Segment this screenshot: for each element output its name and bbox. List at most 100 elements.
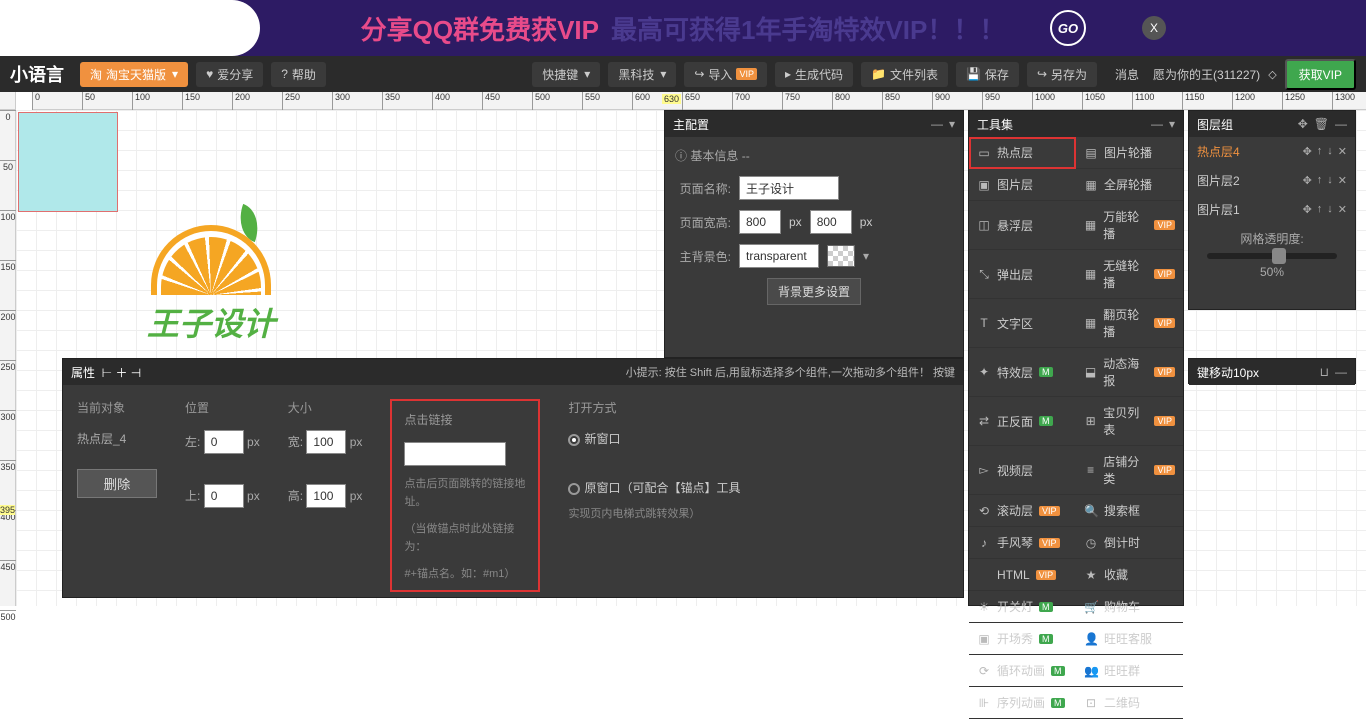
pagename-input[interactable] bbox=[739, 176, 839, 200]
tool-全屏轮播[interactable]: ▦全屏轮播 bbox=[1076, 169, 1183, 201]
tool-宝贝列表[interactable]: ⊞宝贝列表VIP bbox=[1076, 397, 1183, 446]
move-icon[interactable]: ✥ bbox=[1303, 145, 1312, 158]
get-vip-button[interactable]: 获取VIP bbox=[1285, 59, 1356, 90]
tool-icon: ▻ bbox=[977, 463, 991, 477]
opacity-slider[interactable] bbox=[1207, 253, 1337, 259]
tool-开关灯[interactable]: ☀开关灯M bbox=[969, 591, 1076, 623]
top-input[interactable] bbox=[204, 484, 244, 508]
layer-row[interactable]: 热点层4✥↑↓✕ bbox=[1189, 137, 1355, 166]
tool-icon: ▭ bbox=[977, 146, 991, 160]
tool-无缝轮播[interactable]: ▦无缝轮播VIP bbox=[1076, 250, 1183, 299]
canvas-image[interactable]: 王子设计 bbox=[131, 225, 291, 345]
tool-二维码[interactable]: ⊡二维码 bbox=[1076, 687, 1183, 719]
pagewidth-input[interactable] bbox=[739, 210, 781, 234]
close-icon[interactable]: ▾ bbox=[949, 117, 955, 131]
generate-code-button[interactable]: ▸ 生成代码 bbox=[775, 62, 853, 87]
tool-图片层[interactable]: ▣图片层 bbox=[969, 169, 1076, 201]
tool-特效层[interactable]: ✦特效层M bbox=[969, 348, 1076, 397]
down-icon[interactable]: ↓ bbox=[1327, 174, 1333, 187]
tool-HTML[interactable]: HTMLVIP bbox=[969, 559, 1076, 591]
open-orig-radio[interactable]: 原窗口（可配合【锚点】工具 bbox=[568, 479, 768, 496]
tool-购物车[interactable]: 🛒购物车 bbox=[1076, 591, 1183, 623]
move-icon[interactable]: ✥ bbox=[1298, 117, 1308, 131]
selected-hotspot-rect[interactable] bbox=[18, 112, 118, 212]
magnet-icon[interactable]: ⊔ bbox=[1320, 365, 1329, 379]
save-button[interactable]: 💾 保存 bbox=[956, 62, 1019, 87]
blacktech-button[interactable]: 黑科技 bbox=[608, 62, 676, 87]
trash-icon[interactable]: 🗑 bbox=[1314, 117, 1329, 131]
tool-旺旺客服[interactable]: 👤旺旺客服 bbox=[1076, 623, 1183, 655]
left-input[interactable] bbox=[204, 430, 244, 454]
up-icon[interactable]: ↑ bbox=[1317, 203, 1323, 216]
color-swatch[interactable] bbox=[827, 245, 855, 267]
tool-icon: ▦ bbox=[1084, 178, 1098, 192]
down-icon[interactable]: ↓ bbox=[1327, 203, 1333, 216]
tool-倒计时[interactable]: ◷倒计时 bbox=[1076, 527, 1183, 559]
tool-搜索框[interactable]: 🔍搜索框 bbox=[1076, 495, 1183, 527]
close-icon[interactable]: ▾ bbox=[1169, 117, 1175, 131]
tool-icon: ▤ bbox=[1084, 146, 1098, 160]
up-icon[interactable]: ↑ bbox=[1317, 174, 1323, 187]
down-icon[interactable]: ↓ bbox=[1327, 145, 1333, 158]
tool-热点层[interactable]: ▭热点层 bbox=[969, 137, 1076, 169]
message-label[interactable]: 消息 bbox=[1115, 66, 1139, 83]
tool-开场秀[interactable]: ▣开场秀M bbox=[969, 623, 1076, 655]
tool-循环动画[interactable]: ⟳循环动画M bbox=[969, 655, 1076, 687]
delete-button[interactable]: 删除 bbox=[77, 469, 157, 498]
bg-more-button[interactable]: 背景更多设置 bbox=[767, 278, 861, 305]
tool-滚动层[interactable]: ⟲滚动层VIP bbox=[969, 495, 1076, 527]
dropdown-icon[interactable]: ▾ bbox=[863, 249, 869, 263]
layer-row[interactable]: 图片层1✥↑↓✕ bbox=[1189, 195, 1355, 224]
tool-正反面[interactable]: ⇄正反面M bbox=[969, 397, 1076, 446]
delete-icon[interactable]: ✕ bbox=[1338, 174, 1347, 187]
bgcolor-input[interactable] bbox=[739, 244, 819, 268]
move-icon[interactable]: ✥ bbox=[1303, 174, 1312, 187]
up-icon[interactable]: ↑ bbox=[1317, 145, 1323, 158]
tool-动态海报[interactable]: ⬓动态海报VIP bbox=[1076, 348, 1183, 397]
help-button[interactable]: ? 帮助 bbox=[271, 62, 326, 87]
tool-手风琴[interactable]: ♪手风琴VIP bbox=[969, 527, 1076, 559]
edition-select[interactable]: 淘淘宝天猫版 bbox=[80, 62, 188, 87]
minimize-icon[interactable]: — bbox=[931, 117, 943, 131]
tool-店铺分类[interactable]: ≡店铺分类VIP bbox=[1076, 446, 1183, 495]
ruler-corner bbox=[0, 92, 16, 110]
tool-弹出层[interactable]: ⤡弹出层 bbox=[969, 250, 1076, 299]
minimize-icon[interactable]: — bbox=[1335, 117, 1347, 131]
tool-视频层[interactable]: ▻视频层 bbox=[969, 446, 1076, 495]
tool-icon: ⬓ bbox=[1084, 365, 1097, 379]
filelist-button[interactable]: 📁 文件列表 bbox=[861, 62, 948, 87]
tool-翻页轮播[interactable]: ▦翻页轮播VIP bbox=[1076, 299, 1183, 348]
currentobj-value: 热点层_4 bbox=[77, 430, 157, 447]
import-button[interactable]: ↪ 导入 VIP bbox=[684, 62, 767, 87]
open-new-radio[interactable]: 新窗口 bbox=[568, 430, 768, 447]
user-label[interactable]: 愿为你的王(311227) bbox=[1153, 66, 1260, 83]
move-hint-panel: 键移动10px ⊔— bbox=[1188, 358, 1356, 384]
layer-row[interactable]: 图片层2✥↑↓✕ bbox=[1189, 166, 1355, 195]
delete-icon[interactable]: ✕ bbox=[1338, 203, 1347, 216]
tool-icon: ★ bbox=[1084, 568, 1098, 582]
tool-悬浮层[interactable]: ◫悬浮层 bbox=[969, 201, 1076, 250]
minimize-icon[interactable]: — bbox=[1151, 117, 1163, 131]
share-button[interactable]: ♥ 爱分享 bbox=[196, 62, 263, 87]
delete-icon[interactable]: ✕ bbox=[1338, 145, 1347, 158]
height-input[interactable] bbox=[306, 484, 346, 508]
tool-万能轮播[interactable]: ▦万能轮播VIP bbox=[1076, 201, 1183, 250]
tool-收藏[interactable]: ★收藏 bbox=[1076, 559, 1183, 591]
banner-close-button[interactable]: X bbox=[1142, 16, 1166, 40]
tool-文字区[interactable]: T文字区 bbox=[969, 299, 1076, 348]
tool-图片轮播[interactable]: ▤图片轮播 bbox=[1076, 137, 1183, 169]
tool-序列动画[interactable]: ⊪序列动画M bbox=[969, 687, 1076, 719]
move-icon[interactable]: ✥ bbox=[1303, 203, 1312, 216]
opacity-value: 50% bbox=[1189, 265, 1355, 279]
link-input[interactable] bbox=[404, 442, 506, 466]
width-input[interactable] bbox=[306, 430, 346, 454]
minimize-icon[interactable]: — bbox=[1335, 365, 1347, 379]
tool-icon: ▦ bbox=[1084, 218, 1097, 232]
pageheight-input[interactable] bbox=[810, 210, 852, 234]
banner-go-button[interactable]: GO bbox=[1050, 10, 1086, 46]
saveas-button[interactable]: ↪ 另存为 bbox=[1027, 62, 1097, 87]
tool-icon: ⟳ bbox=[977, 664, 991, 678]
tool-旺旺群[interactable]: 👥旺旺群 bbox=[1076, 655, 1183, 687]
canvas-logo-text: 王子设计 bbox=[131, 299, 291, 345]
shortcut-button[interactable]: 快捷键 bbox=[532, 62, 600, 87]
